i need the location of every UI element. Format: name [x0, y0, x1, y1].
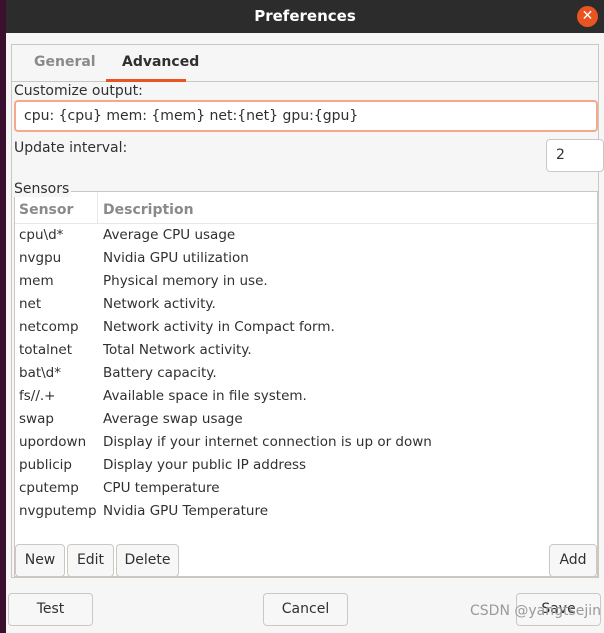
tab-advanced[interactable]: Advanced	[122, 54, 199, 70]
sensor-name: totalnet	[19, 342, 73, 358]
table-row[interactable]: fs//.+ Available space in file system.	[15, 385, 597, 408]
table-row[interactable]: swap Average swap usage	[15, 408, 597, 431]
sensor-name: cputemp	[19, 480, 79, 496]
tab-bar: General Advanced	[12, 45, 598, 82]
sensor-description: Display your public IP address	[103, 457, 307, 473]
add-button[interactable]: Add	[549, 544, 597, 577]
column-description[interactable]: Description	[103, 202, 194, 218]
table-header: Sensor Description	[15, 192, 597, 224]
sensor-description: Nvidia GPU utilization	[103, 250, 249, 266]
sensor-description: Network activity in Compact form.	[103, 319, 335, 335]
sensor-name: mem	[19, 273, 54, 289]
save-button[interactable]: Save	[516, 593, 601, 626]
table-row[interactable]: nvgputemp Nvidia GPU Temperature	[15, 500, 597, 523]
sensor-name: net	[19, 296, 42, 312]
sensor-name: bat\d*	[19, 365, 62, 381]
sensor-description: Total Network activity.	[103, 342, 252, 358]
edit-button[interactable]: Edit	[67, 544, 114, 577]
sensor-name: fs//.+	[19, 388, 56, 404]
sensor-description: Available space in file system.	[103, 388, 307, 404]
sensor-name: cpu\d*	[19, 227, 64, 243]
table-row[interactable]: cputemp CPU temperature	[15, 477, 597, 500]
window-title: Preferences	[254, 7, 356, 25]
sensor-name: nvgputemp	[19, 503, 97, 519]
tab-general[interactable]: General	[34, 54, 96, 70]
customize-output-input[interactable]: cpu: {cpu} mem: {mem} net:{net} gpu:{gpu…	[14, 100, 598, 132]
sensor-description: CPU temperature	[103, 480, 220, 496]
table-row[interactable]: bat\d* Battery capacity.	[15, 362, 597, 385]
sensor-description: Nvidia GPU Temperature	[103, 503, 269, 519]
sensor-name: swap	[19, 411, 54, 427]
table-row[interactable]: cpu\d* Average CPU usage	[15, 224, 597, 247]
delete-button[interactable]: Delete	[116, 544, 179, 577]
sensor-list: cpu\d* Average CPU usage nvgpu Nvidia GPU u…	[15, 224, 597, 523]
cancel-button[interactable]: Cancel	[263, 593, 348, 626]
table-row[interactable]: netcomp Network activity in Compact form.	[15, 316, 597, 339]
table-row[interactable]: net Network activity.	[15, 293, 597, 316]
test-button[interactable]: Test	[8, 593, 93, 626]
active-tab-indicator	[106, 79, 186, 82]
sensor-description: Average swap usage	[103, 411, 243, 427]
close-icon[interactable]: ✕	[577, 6, 598, 27]
column-sensor[interactable]: Sensor	[19, 202, 73, 218]
update-interval-label: Update interval:	[14, 140, 128, 156]
column-divider	[97, 192, 98, 224]
title-bar: Preferences ✕	[6, 0, 604, 33]
sensor-description: Network activity.	[103, 296, 216, 312]
new-button[interactable]: New	[15, 544, 65, 577]
table-row[interactable]: publicip Display your public IP address	[15, 454, 597, 477]
notebook: General Advanced Customize output: cpu: …	[11, 44, 604, 578]
table-row[interactable]: mem Physical memory in use.	[15, 270, 597, 293]
sensor-name: nvgpu	[19, 250, 62, 266]
sensor-name: upordown	[19, 434, 87, 450]
table-row[interactable]: totalnet Total Network activity.	[15, 339, 597, 362]
preferences-window: Preferences ✕ General Advanced Customize…	[6, 0, 604, 633]
sensor-name: netcomp	[19, 319, 79, 335]
sensor-name: publicip	[19, 457, 72, 473]
sensor-description: Display if your internet connection is u…	[103, 434, 432, 450]
customize-output-label: Customize output:	[14, 83, 143, 99]
sensor-description: Average CPU usage	[103, 227, 236, 243]
sensor-description: Physical memory in use.	[103, 273, 268, 289]
table-row[interactable]: nvgpu Nvidia GPU utilization	[15, 247, 597, 270]
sensors-frame: Sensor Description cpu\d* Average CPU usa…	[14, 191, 598, 577]
update-interval-input[interactable]: 2	[546, 139, 604, 172]
table-row[interactable]: upordown Display if your internet connect…	[15, 431, 597, 454]
sensors-label: Sensors	[14, 181, 72, 197]
sensor-description: Battery capacity.	[103, 365, 217, 381]
